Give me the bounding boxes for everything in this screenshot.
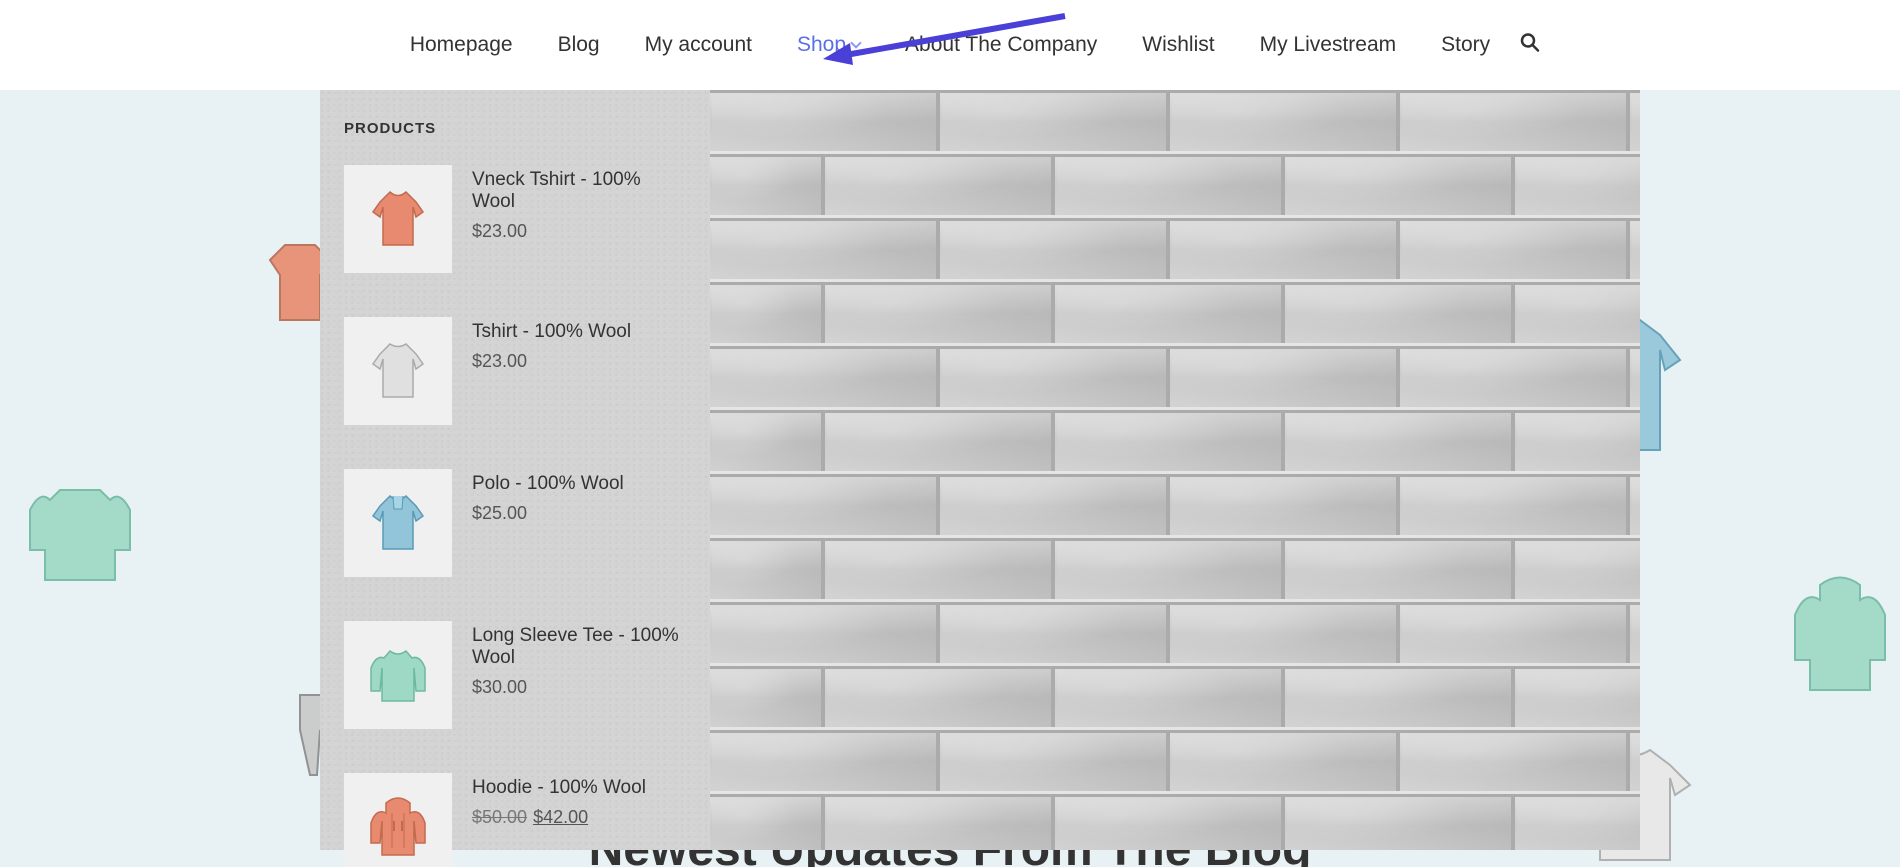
product-price: $23.00 — [472, 221, 686, 242]
product-price: $25.00 — [472, 503, 624, 524]
product-thumb — [344, 773, 452, 867]
product-item[interactable]: Long Sleeve Tee - 100% Wool $30.00 — [344, 621, 686, 729]
product-price: $30.00 — [472, 677, 686, 698]
product-item[interactable]: Tshirt - 100% Wool $23.00 — [344, 317, 686, 425]
chevron-down-icon — [850, 37, 861, 48]
product-info: Hoodie - 100% Wool $50.00 $42.00 — [472, 773, 646, 867]
product-thumb — [344, 317, 452, 425]
shop-mega-menu: PRODUCTS Vneck Tshirt - 100% Wool $23.00… — [320, 90, 1640, 850]
product-name: Long Sleeve Tee - 100% Wool — [472, 625, 686, 669]
product-price: $23.00 — [472, 351, 631, 372]
product-name: Hoodie - 100% Wool — [472, 777, 646, 799]
product-info: Vneck Tshirt - 100% Wool $23.00 — [472, 165, 686, 273]
nav-wishlist[interactable]: Wishlist — [1142, 33, 1214, 57]
nav-homepage[interactable]: Homepage — [410, 33, 513, 57]
product-thumb — [344, 621, 452, 729]
product-name: Vneck Tshirt - 100% Wool — [472, 169, 686, 213]
product-thumb — [344, 165, 452, 273]
product-item[interactable]: Hoodie - 100% Wool $50.00 $42.00 — [344, 773, 686, 867]
hoodie-illustration — [1790, 570, 1890, 700]
nav-story[interactable]: Story — [1441, 33, 1490, 57]
product-name: Tshirt - 100% Wool — [472, 321, 631, 343]
product-item[interactable]: Polo - 100% Wool $25.00 — [344, 469, 686, 577]
nav-shop-label: Shop — [797, 33, 846, 57]
product-price: $50.00 $42.00 — [472, 807, 646, 828]
original-price: $50.00 — [472, 807, 527, 827]
nav-about-company[interactable]: About The Company — [905, 33, 1097, 57]
product-info: Tshirt - 100% Wool $23.00 — [472, 317, 631, 425]
nav-my-livestream[interactable]: My Livestream — [1260, 33, 1397, 57]
product-info: Long Sleeve Tee - 100% Wool $30.00 — [472, 621, 686, 729]
nav-my-account[interactable]: My account — [645, 33, 752, 57]
brick-pattern — [710, 90, 1640, 850]
nav-shop[interactable]: Shop — [797, 33, 860, 57]
sweater-illustration — [20, 470, 140, 590]
nav-blog[interactable]: Blog — [558, 33, 600, 57]
sale-price: $42.00 — [533, 807, 588, 827]
main-nav: Homepage Blog My account Shop About The … — [370, 33, 1530, 57]
product-thumb — [344, 469, 452, 577]
brick-background-panel — [710, 90, 1640, 850]
content-area: PRODUCTS Vneck Tshirt - 100% Wool $23.00… — [0, 90, 1900, 867]
search-button[interactable] — [1520, 33, 1540, 58]
product-name: Polo - 100% Wool — [472, 473, 624, 495]
products-heading: PRODUCTS — [344, 120, 686, 137]
search-icon — [1520, 33, 1540, 53]
products-sidebar: PRODUCTS Vneck Tshirt - 100% Wool $23.00… — [320, 90, 710, 850]
main-header: Homepage Blog My account Shop About The … — [0, 0, 1900, 90]
product-item[interactable]: Vneck Tshirt - 100% Wool $23.00 — [344, 165, 686, 273]
product-info: Polo - 100% Wool $25.00 — [472, 469, 624, 577]
